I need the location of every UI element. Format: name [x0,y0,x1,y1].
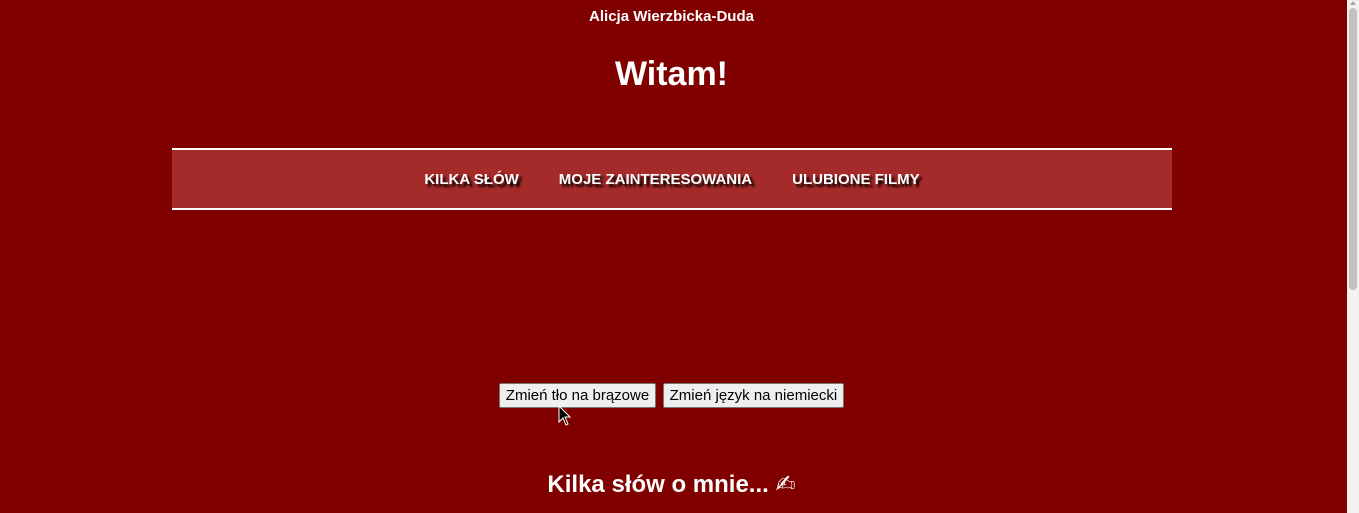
nav-item-kilka-slow[interactable]: KILKA SŁÓW [424,171,518,188]
scroll-up-arrow-icon[interactable] [1350,1,1356,5]
change-background-button[interactable]: Zmień tło na brązowe [498,383,657,408]
section-heading: Kilka słów o mnie... ✍ [547,471,796,498]
vertical-scrollbar[interactable] [1347,0,1359,513]
page-title: Witam! [614,55,729,93]
change-language-button[interactable]: Zmień język na niemiecki [662,383,845,408]
button-group: Zmień tło na brązowe Zmień język na niem… [0,383,1343,408]
mouse-cursor-icon [558,405,572,426]
main-nav: KILKA SŁÓW MOJE ZAINTERESOWANIA ULUBIONE… [172,148,1172,210]
nav-item-zainteresowania[interactable]: MOJE ZAINTERESOWANIA [559,171,752,188]
scroll-thumb[interactable] [1349,8,1357,290]
page: Alicja Wierzbicka-Duda Witam! KILKA SŁÓW… [0,0,1347,513]
author-name: Alicja Wierzbicka-Duda [589,8,754,25]
nav-item-ulubione-filmy[interactable]: ULUBIONE FILMY [792,171,920,188]
